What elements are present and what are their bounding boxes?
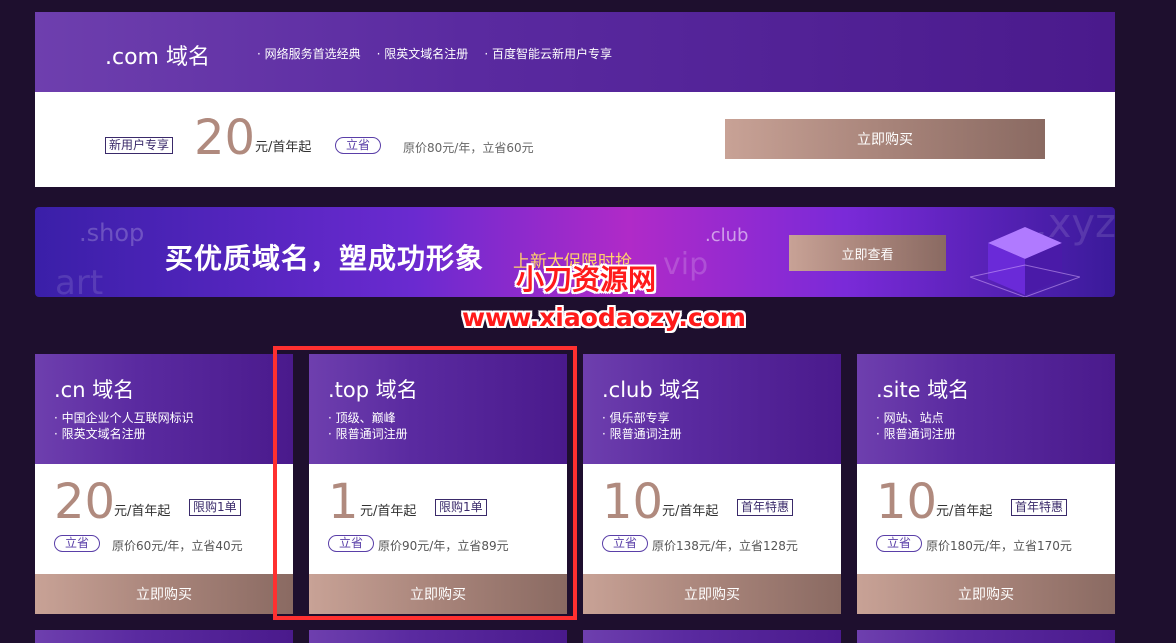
banner-headline: 买优质域名，塑成功形象 — [165, 242, 485, 275]
card-header: .site 域名 网站、站点 限普通词注册 — [857, 354, 1115, 464]
site-buy-button[interactable]: 立即购买 — [857, 574, 1115, 614]
new-user-badge: 新用户专享 — [105, 137, 174, 154]
com-price-unit: 元/首年起 — [255, 140, 312, 155]
banner-ghost-word: art — [55, 263, 104, 297]
card-limit-badge: 限购1单 — [189, 499, 241, 516]
card-original-price: 原价138元/年，立省128元 — [652, 539, 798, 553]
card-feature: 中国企业个人互联网标识 — [54, 410, 194, 426]
card-header: .cn 域名 中国企业个人互联网标识 限英文域名注册 — [35, 354, 293, 464]
card-features: 中国企业个人互联网标识 限英文域名注册 — [54, 410, 194, 442]
card-title: .club 域名 — [602, 378, 702, 402]
com-tag: 网络服务首选经典 — [257, 45, 361, 62]
card-price-unit: 元/首年起 — [114, 504, 171, 519]
com-domain-card: .com 域名 网络服务首选经典 限英文域名注册 百度智能云新用户专享 新用户专… — [35, 12, 1115, 187]
card-feature: 俱乐部专享 — [602, 410, 682, 426]
card-feature: 限普通词注册 — [876, 426, 956, 442]
card-feature: 网站、站点 — [876, 410, 956, 426]
save-pill: 立省 — [54, 535, 101, 552]
card-body: 10 元/首年起 首年特惠 立省 原价138元/年，立省128元 — [583, 464, 841, 574]
card-title: .cn 域名 — [54, 378, 135, 402]
card-title: .site 域名 — [876, 378, 970, 402]
card-price: 10 — [602, 474, 664, 530]
next-card-peek — [309, 630, 567, 643]
com-card-tags: 网络服务首选经典 限英文域名注册 百度智能云新用户专享 — [257, 45, 612, 62]
next-card-peek — [583, 630, 841, 643]
save-pill: 立省 — [602, 535, 649, 552]
com-buy-button[interactable]: 立即购买 — [725, 119, 1045, 159]
next-card-peek — [857, 630, 1115, 643]
com-tag: 限英文域名注册 — [377, 45, 468, 62]
card-price-unit: 元/首年起 — [662, 504, 719, 519]
com-tag: 百度智能云新用户专享 — [484, 45, 612, 62]
card-body: 20 元/首年起 限购1单 立省 原价60元/年，立省40元 — [35, 464, 293, 574]
card-original-price: 原价60元/年，立省40元 — [112, 539, 243, 553]
card-promo-badge: 首年特惠 — [737, 499, 794, 516]
club-buy-button[interactable]: 立即购买 — [583, 574, 841, 614]
cn-buy-button[interactable]: 立即购买 — [35, 574, 293, 614]
card-price-unit: 元/首年起 — [936, 504, 993, 519]
com-card-body: 新用户专享 20 元/首年起 立省 原价80元/年，立省60元 立即购买 — [35, 92, 1115, 187]
card-original-price: 原价180元/年，立省170元 — [926, 539, 1072, 553]
club-domain-card: .club 域名 俱乐部专享 限普通词注册 10 元/首年起 首年特惠 立省 原… — [583, 354, 841, 614]
banner-ghost-word: vip — [663, 247, 709, 282]
com-original-price: 原价80元/年，立省60元 — [403, 141, 534, 155]
save-pill: 立省 — [876, 535, 923, 552]
cn-domain-card: .cn 域名 中国企业个人互联网标识 限英文域名注册 20 元/首年起 限购1单… — [35, 354, 293, 614]
banner-ghost-word: .club — [705, 225, 749, 246]
card-features: 俱乐部专享 限普通词注册 — [602, 410, 682, 442]
card-promo-badge: 首年特惠 — [1011, 499, 1068, 516]
com-card-header: .com 域名 网络服务首选经典 限英文域名注册 百度智能云新用户专享 — [35, 12, 1115, 92]
com-card-title: .com 域名 — [105, 45, 210, 70]
com-price: 20 — [194, 110, 256, 166]
card-feature: 限英文域名注册 — [54, 426, 194, 442]
card-price: 20 — [54, 474, 116, 530]
banner-ghost-word: .shop — [79, 219, 145, 247]
card-body: 10 元/首年起 首年特惠 立省 原价180元/年，立省170元 — [857, 464, 1115, 574]
card-features: 网站、站点 限普通词注册 — [876, 410, 956, 442]
card-feature: 限普通词注册 — [602, 426, 682, 442]
card-header: .club 域名 俱乐部专享 限普通词注册 — [583, 354, 841, 464]
watermark-site-name: 小刀资源网 — [516, 263, 657, 296]
site-domain-card: .site 域名 网站、站点 限普通词注册 10 元/首年起 首年特惠 立省 原… — [857, 354, 1115, 614]
card-price: 10 — [876, 474, 938, 530]
save-pill: 立省 — [335, 137, 382, 154]
watermark-url: www.xiaodaozy.com — [462, 303, 746, 332]
highlight-frame — [273, 346, 577, 620]
banner-view-button[interactable]: 立即查看 — [789, 235, 946, 271]
cube-icon — [970, 227, 1080, 297]
next-card-peek — [35, 630, 293, 643]
